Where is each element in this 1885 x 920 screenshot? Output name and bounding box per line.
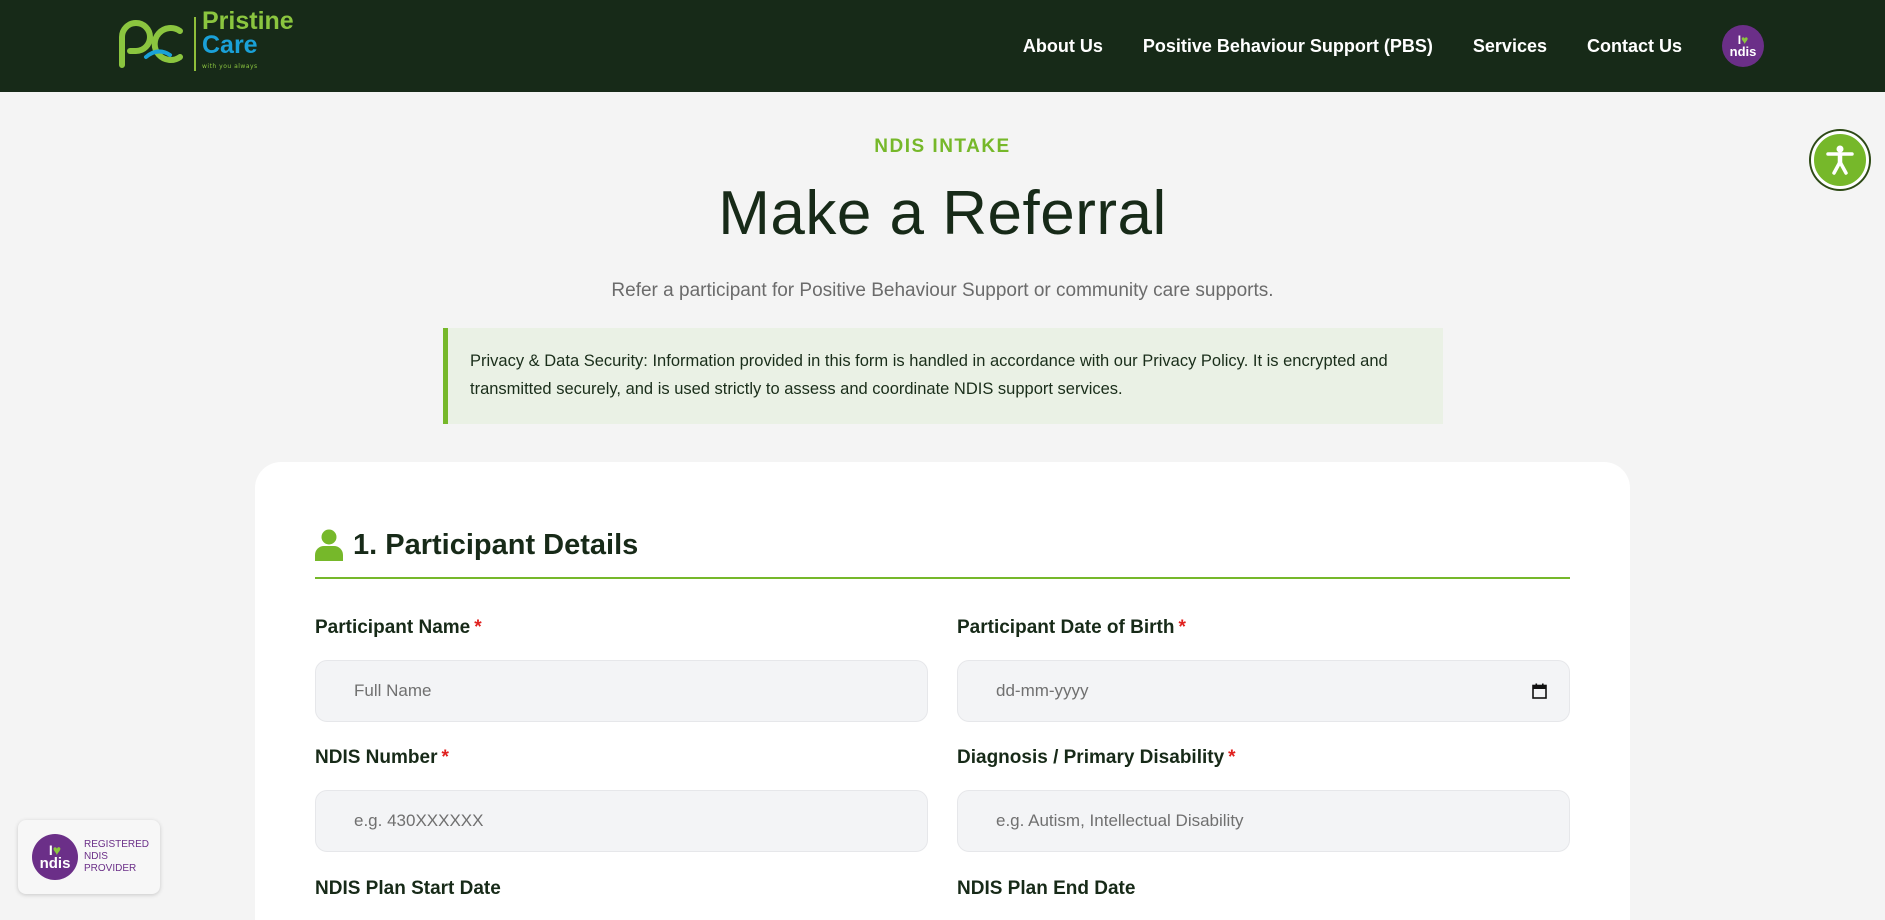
participant-dob-label: Participant Date of Birth * (957, 617, 1186, 638)
nav-pbs[interactable]: Positive Behaviour Support (PBS) (1143, 36, 1433, 57)
page-eyebrow: NDIS INTAKE (874, 136, 1011, 157)
page-subtitle: Refer a participant for Positive Behavio… (611, 280, 1274, 301)
logo-line2: Care (202, 31, 258, 59)
participant-name-label: Participant Name * (315, 617, 482, 638)
main-nav: About Us Positive Behaviour Support (PBS… (1023, 0, 1885, 92)
section-divider (315, 577, 1570, 579)
ndis-number-label: NDIS Number * (315, 747, 449, 768)
privacy-notice: Privacy & Data Security: Information pro… (443, 328, 1443, 424)
logo-mark-icon (116, 17, 186, 71)
logo-tagline: with you always (202, 63, 258, 70)
page-title: Make a Referral (718, 179, 1167, 248)
calendar-icon[interactable] (1532, 683, 1547, 699)
pristine-care-logo[interactable]: Pristine Care with you always (116, 9, 294, 74)
diagnosis-label: Diagnosis / Primary Disability * (957, 747, 1236, 768)
participant-dob-input[interactable]: dd-mm-yyyy (957, 660, 1570, 722)
ndis-logo-badge[interactable]: I♥ ndis (1722, 25, 1764, 67)
field-participant-name: Participant Name * Full Name (315, 617, 928, 722)
nav-contact-us[interactable]: Contact Us (1587, 36, 1682, 57)
dob-placeholder: dd-mm-yyyy (996, 681, 1089, 700)
registered-ndis-provider-badge[interactable]: I♥ ndis REGISTERED NDIS PROVIDER (18, 820, 160, 894)
plan-start-date-label: NDIS Plan Start Date (315, 878, 501, 899)
ndis-badge-text: ndis (1729, 44, 1757, 59)
plan-end-date-label: NDIS Plan End Date (957, 878, 1136, 899)
required-marker: * (1178, 617, 1186, 638)
provider-badge-text: REGISTERED NDIS PROVIDER (84, 839, 150, 874)
section-title: 1. Participant Details (353, 528, 639, 561)
referral-form-card: 1. Participant Details Participant Name *… (255, 462, 1630, 920)
ndis-number-input[interactable]: e.g. 430XXXXXX (315, 790, 928, 852)
section-participant-details: 1. Participant Details (315, 524, 1570, 566)
required-marker: * (441, 747, 449, 768)
nav-about-us[interactable]: About Us (1023, 36, 1103, 57)
field-ndis-number: NDIS Number * e.g. 430XXXXXX (315, 747, 928, 852)
required-marker: * (1228, 747, 1236, 768)
field-participant-dob: Participant Date of Birth * dd-mm-yyyy (957, 617, 1570, 722)
logo-divider (194, 17, 196, 71)
site-header: Pristine Care with you always About Us P… (0, 0, 1885, 92)
field-plan-end-date: NDIS Plan End Date (957, 878, 1570, 904)
logo-line1: Pristine (202, 7, 294, 35)
participant-name-input[interactable]: Full Name (315, 660, 928, 722)
nav-services[interactable]: Services (1473, 36, 1547, 57)
user-icon (315, 529, 343, 561)
logo-wordmark: Pristine Care with you always (202, 9, 294, 79)
field-diagnosis: Diagnosis / Primary Disability * e.g. Aut… (957, 747, 1570, 852)
diagnosis-input[interactable]: e.g. Autism, Intellectual Disability (957, 790, 1570, 852)
ndis-logo-icon: I♥ ndis (32, 834, 78, 880)
required-marker: * (474, 617, 482, 638)
field-plan-start-date: NDIS Plan Start Date (315, 878, 928, 904)
